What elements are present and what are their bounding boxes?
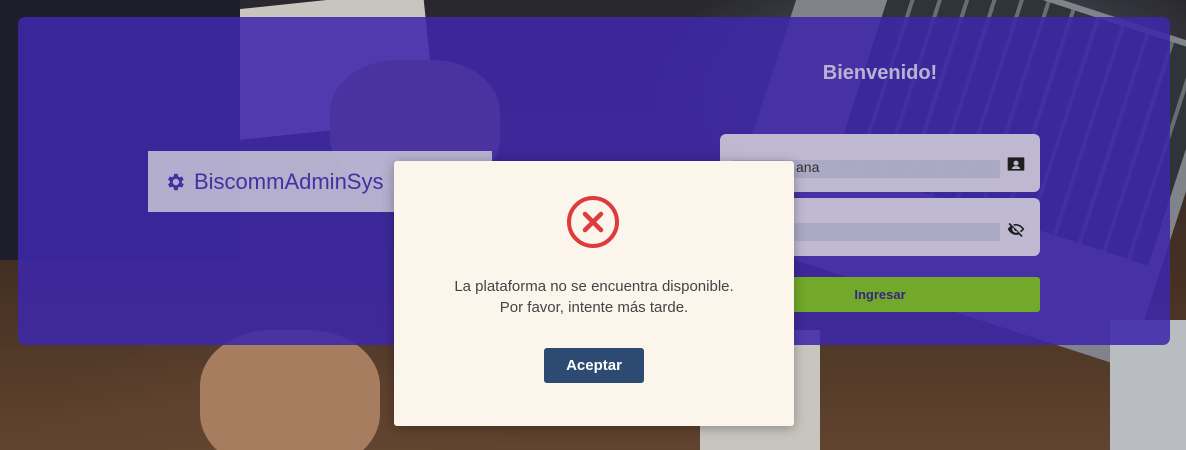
dialog-message-line2: Por favor, intente más tarde. (499, 299, 689, 316)
confirm-button[interactable]: Aceptar (544, 348, 644, 383)
dialog-message-line1: La plataforma no se encuentra disponible… (454, 278, 734, 295)
error-x-icon (567, 196, 619, 248)
error-dialog: La plataforma no se encuentra disponible… (394, 161, 794, 426)
dialog-message: La plataforma no se encuentra disponible… (394, 276, 794, 318)
